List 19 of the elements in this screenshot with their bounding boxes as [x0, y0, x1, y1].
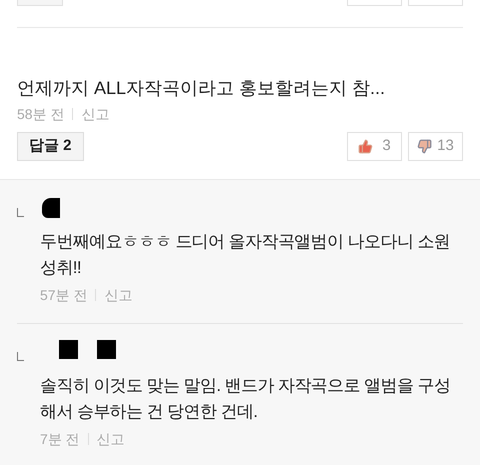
report-link[interactable]: 신고 — [81, 104, 110, 124]
dislike-button[interactable]: 13 — [408, 132, 463, 161]
thumbs-down-icon — [417, 139, 432, 154]
report-link[interactable]: 신고 — [96, 429, 125, 449]
thumbs-up-icon — [358, 139, 374, 154]
redaction-mark — [97, 340, 116, 358]
comment-time: 57분 전 — [40, 286, 88, 305]
like-button[interactable]: 3 — [347, 132, 402, 161]
comment-text: 언제까지 ALL자작곡이라고 홍보할려는지 참... — [17, 77, 386, 100]
reply-text: 솔직히 이것도 맞는 말임. 밴드가 자작곡으로 앨범을 구성해서 승부하는 건 당연한 건데. — [40, 375, 452, 423]
report-link[interactable]: 신고 — [104, 285, 132, 305]
reply-indent-mark — [17, 352, 24, 360]
reply-indent-mark — [17, 208, 24, 216]
reply-text: 두번째예요ㅎㅎㅎ 드디어 올자작곡앨범이 나오다니 소원성취!! — [40, 231, 452, 279]
reply-count-button[interactable]: 답글 2 — [17, 132, 84, 161]
redaction-mark — [59, 340, 78, 358]
redaction-mark — [42, 198, 60, 218]
comment-time: 7분 전 — [40, 430, 80, 449]
comment-time: 58분 전 — [17, 105, 64, 124]
